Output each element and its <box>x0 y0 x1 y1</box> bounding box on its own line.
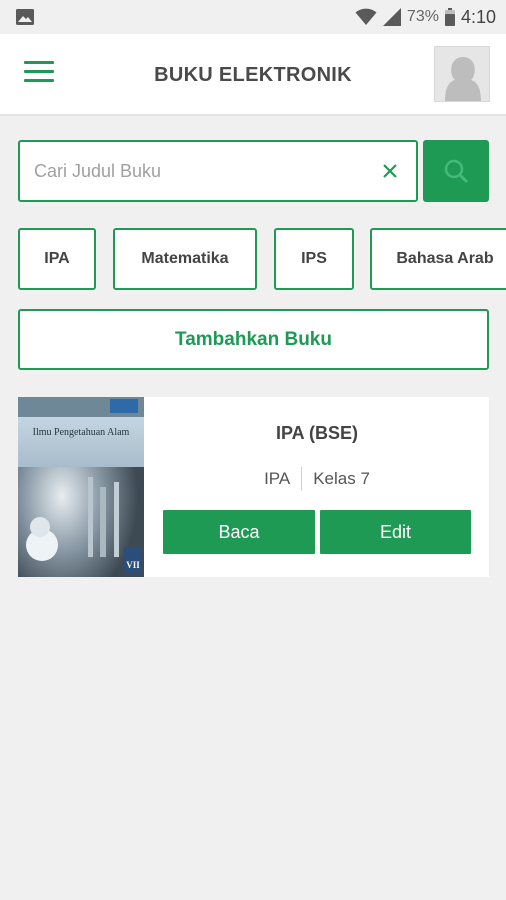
page-title: BUKU ELEKTRONIK <box>154 64 352 86</box>
category-chips: IPA Matematika IPS Bahasa Arab <box>18 228 506 292</box>
book-card[interactable]: Ilmu Pengetahuan Alam VII IPA (BSE) IPA … <box>18 397 489 577</box>
app-bar: BUKU ELEKTRONIK <box>0 34 506 116</box>
book-cover-title: Ilmu Pengetahuan Alam <box>32 427 130 438</box>
signal-icon <box>382 8 401 26</box>
book-cover-grade: VII <box>126 560 140 570</box>
edit-button[interactable]: Edit <box>320 510 471 554</box>
book-subject: IPA <box>264 469 291 488</box>
search-input[interactable] <box>34 142 364 200</box>
wifi-icon <box>355 8 377 25</box>
search-field <box>18 140 418 202</box>
clock-time: 4:10 <box>460 6 496 27</box>
category-chip-ipa[interactable]: IPA <box>18 228 96 290</box>
book-meta: IPA Kelas 7 <box>163 467 471 491</box>
meta-divider <box>301 467 303 491</box>
status-bar: 73% 4:10 <box>0 0 506 34</box>
book-cover[interactable]: Ilmu Pengetahuan Alam VII <box>18 397 144 577</box>
book-grade: Kelas 7 <box>313 469 370 488</box>
close-icon[interactable] <box>380 161 400 181</box>
book-title: IPA (BSE) <box>275 423 358 443</box>
user-avatar-icon[interactable] <box>434 46 490 102</box>
image-icon <box>16 9 34 25</box>
category-chip-ips[interactable]: IPS <box>274 228 354 290</box>
category-chip-matematika[interactable]: Matematika <box>113 228 257 290</box>
read-button[interactable]: Baca <box>163 510 315 554</box>
search-button[interactable] <box>423 140 489 202</box>
battery-icon <box>444 8 455 26</box>
search-icon <box>444 159 469 184</box>
category-chip-bahasa-arab[interactable]: Bahasa Arab <box>370 228 506 290</box>
add-book-button[interactable]: Tambahkan Buku <box>18 309 489 370</box>
book-cover-illustration <box>18 397 144 577</box>
battery-percent: 73% <box>406 8 439 25</box>
